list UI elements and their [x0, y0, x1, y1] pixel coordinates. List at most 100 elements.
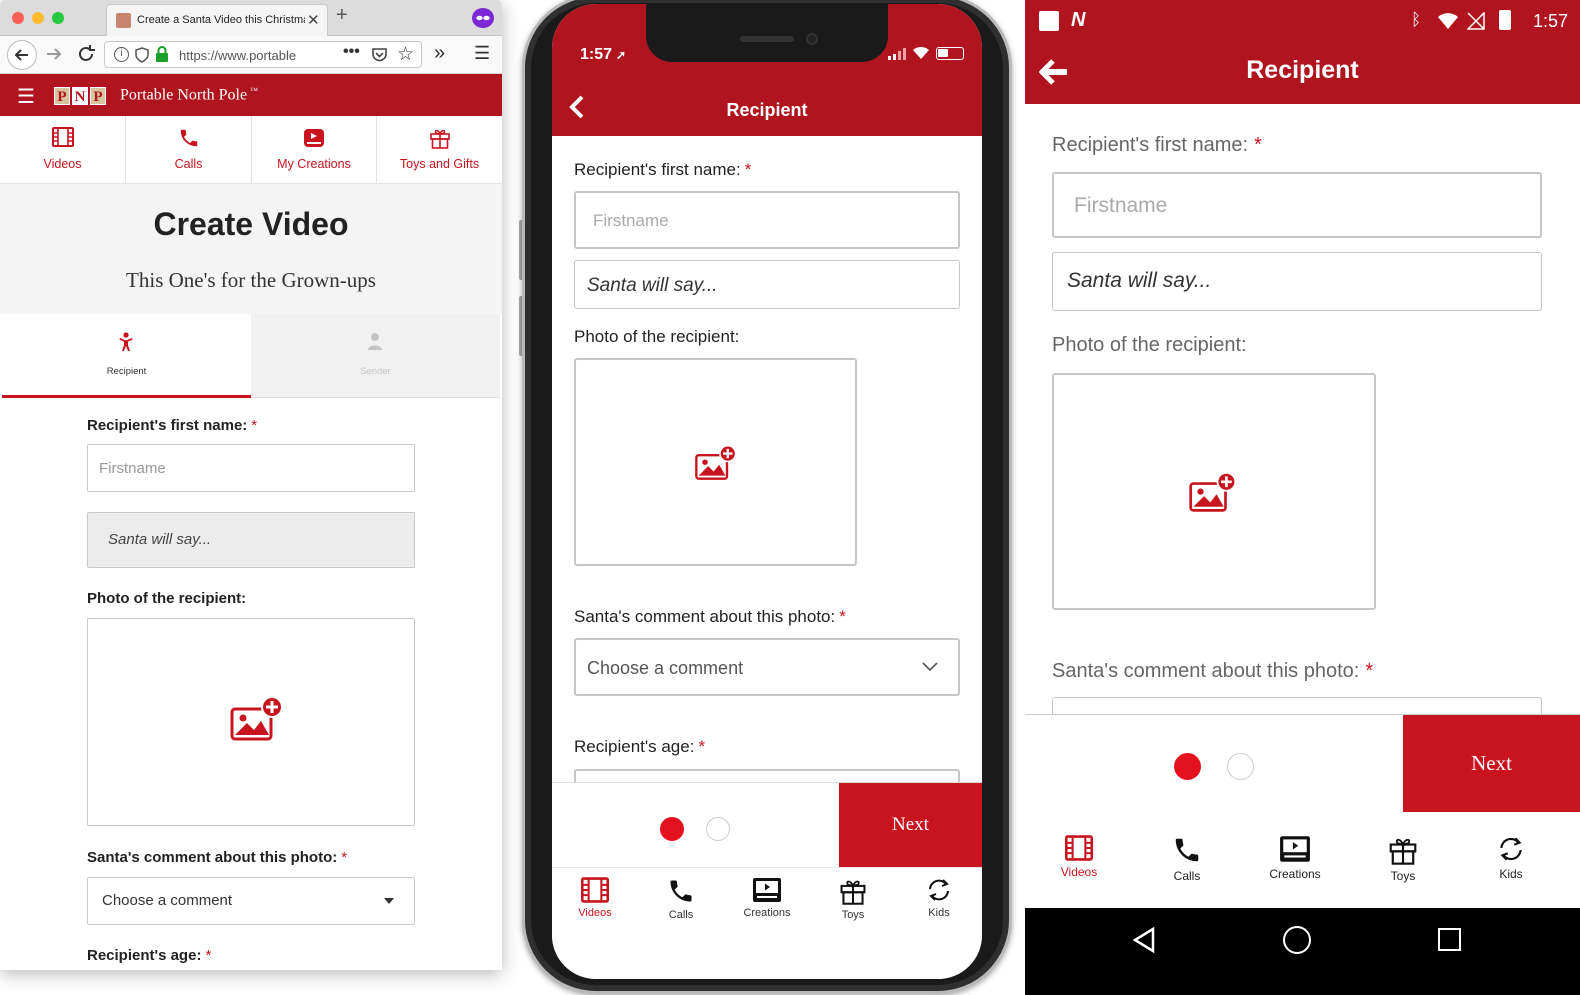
tab-recipient-label: Recipient	[106, 366, 147, 377]
required-mark: *	[205, 947, 212, 964]
site-name-text: Portable North Pole	[120, 86, 248, 104]
close-tab-icon[interactable]: ✕	[307, 11, 320, 29]
ios-comment-select[interactable]: Choose a comment	[574, 638, 960, 696]
nav-my-creations-label: My Creations	[277, 157, 351, 171]
ios-tab-videos-label: Videos	[578, 907, 612, 919]
android-next-button[interactable]: Next	[1403, 715, 1580, 812]
overflow-chevron-icon[interactable]: »	[434, 42, 445, 65]
nav-calls[interactable]: Calls	[126, 116, 252, 184]
first-name-input[interactable]: Firstname	[87, 444, 415, 492]
step-indicator-inactive	[706, 817, 730, 841]
android-photo-label: Photo of the recipient:	[1052, 334, 1247, 356]
nav-back-icon[interactable]	[1131, 926, 1157, 954]
phone-icon	[180, 129, 197, 147]
android-tab-kids-label: Kids	[1499, 867, 1523, 881]
first-name-placeholder: Firstname	[99, 460, 166, 477]
browser-toolbar: i https://www.portable ••• ☆ » ☰	[0, 36, 502, 74]
dropdown-caret-icon	[384, 898, 394, 904]
android-tab-toys-label: Toys	[1390, 869, 1416, 883]
nav-videos[interactable]: Videos	[0, 116, 126, 184]
android-tab-calls[interactable]: Calls	[1133, 835, 1241, 883]
android-santa-say-field[interactable]: Santa will say...	[1052, 252, 1542, 311]
ios-santa-say-text: Santa will say...	[587, 275, 718, 296]
ios-comment-label-text: Santa's comment about this photo:	[574, 607, 836, 626]
comment-select[interactable]: Choose a comment	[87, 877, 415, 925]
info-icon[interactable]: i	[114, 47, 129, 62]
page-subtitle: This One's for the Grown-ups	[126, 268, 376, 292]
web-step-tabs: Recipient Sender	[2, 314, 500, 398]
gift-icon	[429, 129, 450, 149]
nav-home-icon[interactable]	[1283, 926, 1311, 954]
ios-tab-kids[interactable]: Kids	[896, 877, 982, 919]
ios-next-button[interactable]: Next	[839, 783, 982, 867]
ios-time-text: 1:57	[580, 46, 613, 63]
creations-icon	[304, 129, 324, 147]
logo-letter-p: P	[54, 87, 70, 105]
refresh-icon	[1500, 837, 1522, 861]
film-icon	[1065, 835, 1093, 861]
wifi-icon	[912, 46, 930, 60]
ios-age-label: Recipient's age: *	[574, 737, 705, 757]
ios-tab-videos[interactable]: Videos	[552, 877, 638, 919]
android-screen-title: Recipient	[1246, 56, 1359, 84]
new-tab-icon[interactable]: +	[336, 4, 348, 27]
nav-recents-icon[interactable]	[1438, 928, 1461, 951]
android-tab-creations-label: Creations	[1269, 867, 1321, 881]
shield-icon[interactable]	[135, 47, 149, 63]
ios-photo-upload-box[interactable]	[574, 358, 857, 566]
nav-toys-and-gifts[interactable]: Toys and Gifts	[377, 116, 502, 184]
ios-photo-label: Photo of the recipient:	[574, 327, 740, 346]
ios-tab-toys[interactable]: Toys	[810, 877, 896, 921]
photo-upload-box[interactable]	[87, 618, 415, 826]
android-tab-kids[interactable]: Kids	[1457, 835, 1565, 881]
creations-icon	[1280, 836, 1310, 862]
bluetooth-icon: ᛒ	[1411, 10, 1422, 29]
android-tab-creations[interactable]: Creations	[1241, 835, 1349, 881]
url-bar[interactable]: i https://www.portable ••• ☆	[104, 41, 422, 68]
browser-titlebar: Create a Santa Video this Christmas ✕ +	[0, 0, 502, 36]
close-window-button[interactable]	[12, 12, 24, 24]
logo-letter-p-2: P	[90, 87, 106, 105]
android-photo-upload-box[interactable]	[1052, 373, 1376, 610]
reload-button[interactable]	[74, 42, 98, 66]
santa-say-text: Santa will say...	[108, 531, 212, 548]
minimize-window-button[interactable]	[32, 12, 44, 24]
bookmark-star-icon[interactable]: ☆	[397, 43, 414, 66]
age-label-text: Recipient's age:	[87, 947, 202, 964]
android-tab-toys[interactable]: Toys	[1349, 835, 1457, 883]
pocket-icon[interactable]	[371, 46, 388, 63]
tab-recipient[interactable]: Recipient	[2, 314, 251, 398]
android-tab-calls-label: Calls	[1173, 869, 1201, 883]
zoom-window-button[interactable]	[52, 12, 64, 24]
browser-tab[interactable]: Create a Santa Video this Christmas ✕	[106, 4, 328, 36]
ios-comment-select-value: Choose a comment	[587, 658, 744, 678]
hamburger-menu-icon[interactable]: ☰	[17, 84, 35, 109]
browser-menu-icon[interactable]: ☰	[474, 43, 490, 64]
page-actions-icon[interactable]: •••	[343, 43, 360, 61]
android-first-name-input[interactable]: Firstname	[1052, 172, 1542, 238]
tab-sender-label: Sender	[360, 366, 391, 377]
android-signal-icon	[1467, 12, 1485, 30]
forward-button[interactable]	[42, 42, 66, 66]
back-button[interactable]	[7, 40, 37, 70]
ios-tab-calls[interactable]: Calls	[638, 877, 724, 921]
santa-say-field[interactable]: Santa will say...	[87, 512, 415, 568]
ios-first-name-input[interactable]: Firstname	[574, 191, 960, 249]
step-indicator-active	[660, 817, 684, 841]
required-mark: *	[1254, 134, 1262, 156]
ios-tab-creations[interactable]: Creations	[724, 877, 810, 919]
browser-window: Create a Santa Video this Christmas ✕ + …	[0, 0, 502, 970]
pnp-logo[interactable]: P N P	[52, 74, 116, 116]
add-photo-icon	[1189, 471, 1237, 512]
tab-sender[interactable]: Sender	[251, 314, 500, 398]
site-name[interactable]: Portable North Pole ™	[120, 86, 258, 104]
android-tab-videos[interactable]: Videos	[1025, 835, 1133, 879]
ios-first-name-label: Recipient's first name: *	[574, 160, 751, 180]
first-name-label: Recipient's first name: *	[87, 417, 257, 434]
android-device: N ᛒ 1:57 Recipient Recipient's first nam…	[1025, 0, 1580, 995]
ios-santa-say-field[interactable]: Santa will say...	[574, 260, 960, 309]
required-mark: *	[839, 607, 846, 626]
nav-my-creations[interactable]: My Creations	[252, 116, 377, 184]
android-bottom-panel: Next Videos Calls Creations Toys Kids	[1025, 714, 1580, 908]
ios-comment-label: Santa's comment about this photo: *	[574, 607, 846, 627]
